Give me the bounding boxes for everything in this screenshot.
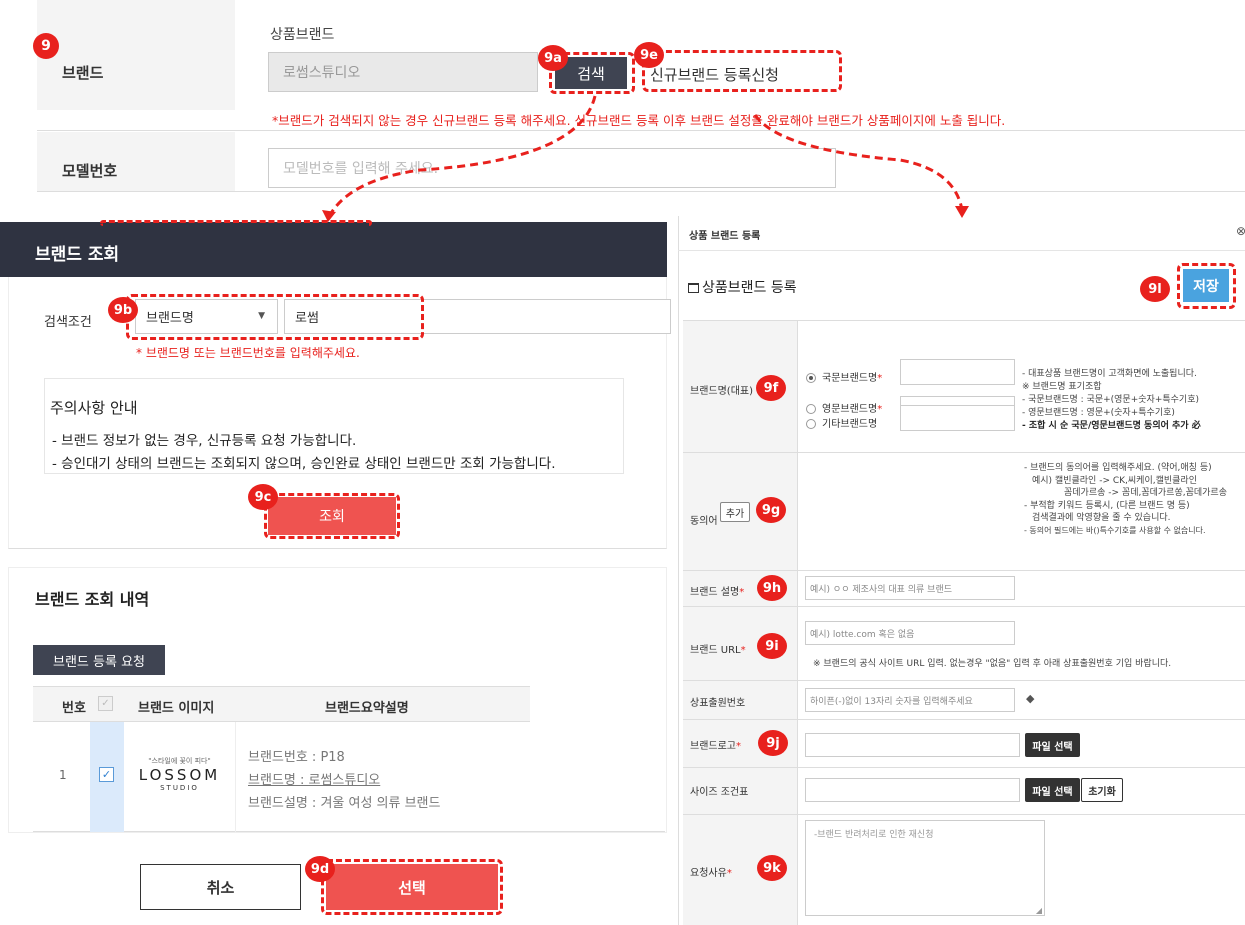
- desc-badge: 9h: [757, 575, 787, 601]
- register-badge: 9e: [634, 42, 664, 68]
- arrow-head-search: [322, 210, 336, 222]
- search-badge: 9a: [538, 45, 568, 71]
- arrow-register-to-panel: [753, 114, 964, 211]
- url-badge: 9i: [757, 633, 787, 659]
- flow-arrows: [322, 95, 969, 222]
- select-confirm-badge: 9d: [305, 856, 335, 882]
- logo-badge: 9j: [758, 730, 788, 756]
- brand-name-badge: 9f: [756, 375, 786, 401]
- save-badge: 9l: [1140, 276, 1170, 302]
- synonym-badge: 9g: [756, 497, 786, 523]
- query-badge: 9c: [248, 484, 278, 510]
- reason-badge: 9k: [757, 855, 787, 881]
- section-badge: 9: [33, 33, 59, 59]
- arrow-head-register: [955, 206, 969, 218]
- arrow-search-to-popup: [328, 95, 597, 216]
- select-badge: 9b: [108, 297, 138, 323]
